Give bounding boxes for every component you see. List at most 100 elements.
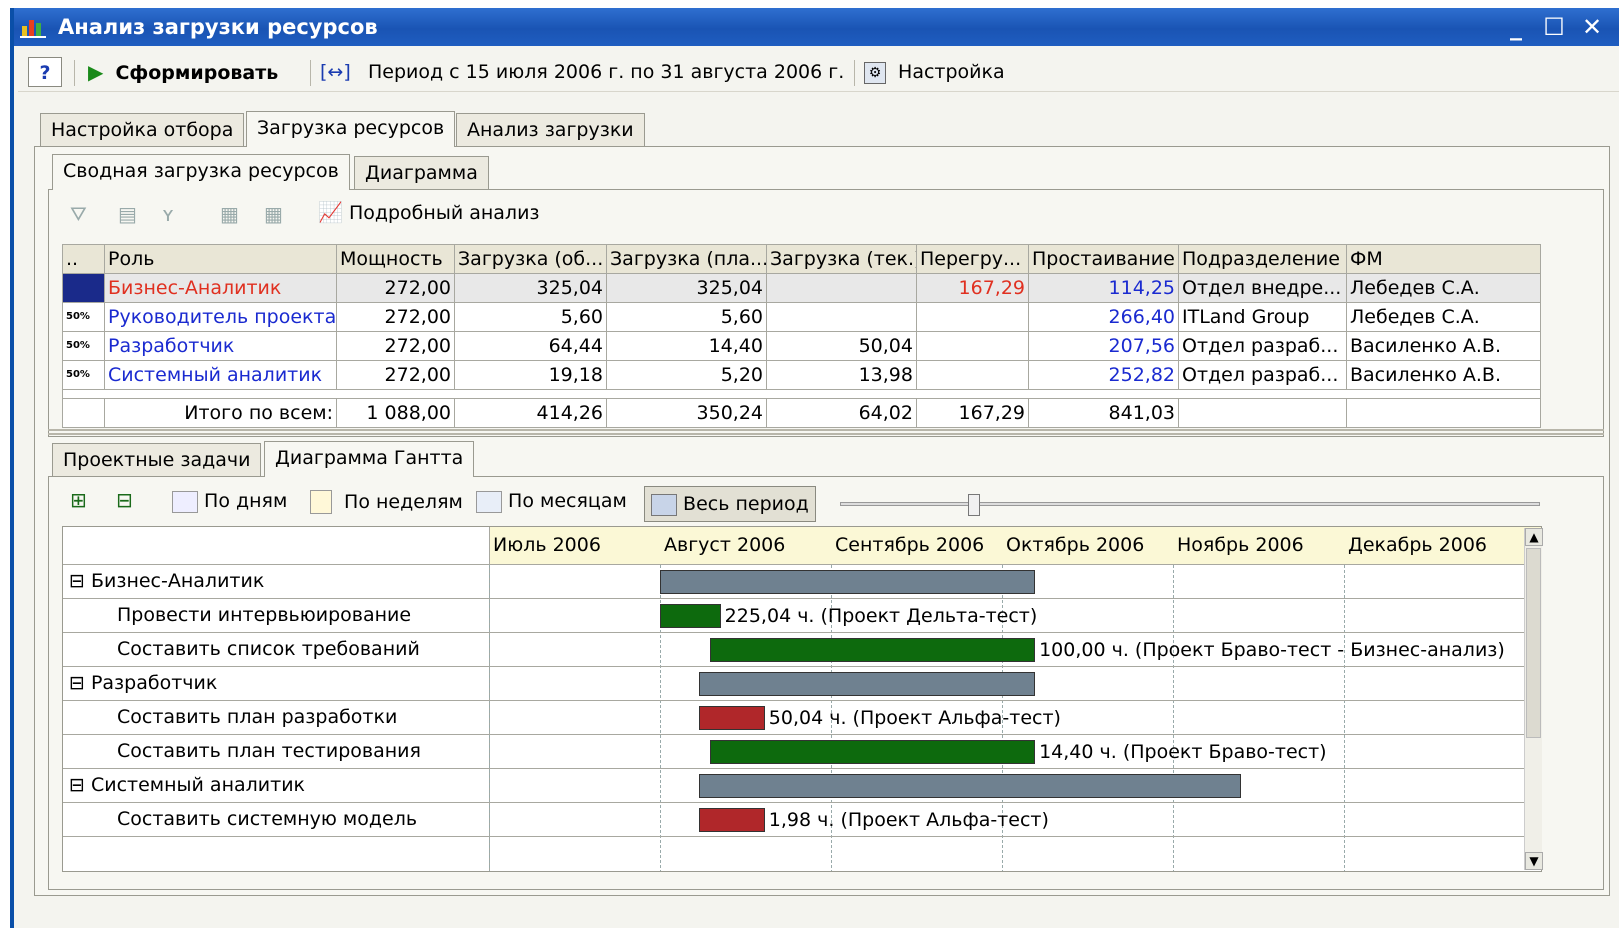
- col-header-role[interactable]: Роль: [104, 244, 337, 274]
- total-load-total: 414,26: [454, 398, 607, 428]
- scroll-up-icon[interactable]: ▲: [1525, 528, 1543, 546]
- period-button[interactable]: Период с 15 июля 2006 г. по 31 августа 2…: [368, 57, 844, 87]
- tab-summary-load[interactable]: Сводная загрузка ресурсов: [52, 154, 350, 190]
- zoom-slider-thumb[interactable]: [968, 494, 980, 516]
- gantt-bar[interactable]: [698, 706, 765, 730]
- tab-gantt-chart[interactable]: Диаграмма Гантта: [264, 441, 475, 477]
- detail-analysis-label: Подробный анализ: [348, 202, 540, 224]
- by-months-label: По месяцам: [508, 490, 627, 512]
- settings-button[interactable]: ⚙ Настройка: [864, 57, 1005, 87]
- load-current-cell: 13,98: [766, 360, 917, 390]
- help-button[interactable]: ?: [28, 57, 62, 87]
- by-days-label: По дням: [204, 490, 288, 512]
- gantt-task-label: Составить план разработки: [117, 706, 398, 728]
- scroll-thumb[interactable]: [1526, 548, 1541, 738]
- table-row[interactable]: 50% Разработчик 272,00 64,44 14,40 50,04…: [62, 331, 1541, 361]
- gantt-month-label: Декабрь 2006: [1348, 534, 1488, 556]
- overload-cell: [916, 302, 1029, 332]
- gantt-bar-caption: 50,04 ч. (Проект Альфа-тест): [768, 707, 1061, 729]
- gantt-bar[interactable]: [709, 740, 1036, 764]
- load-total-cell: 325,04: [454, 273, 607, 303]
- gantt-group-row[interactable]: ⊟ Разработчик: [63, 667, 1541, 701]
- tab-diagram[interactable]: Диаграмма: [354, 156, 489, 190]
- fm-cell: Василенко А.В.: [1346, 360, 1541, 390]
- role-cell: Системный аналитик: [104, 360, 337, 390]
- table-row[interactable]: 50% Руководитель проекта 272,00 5,60 5,6…: [62, 302, 1541, 332]
- tab-resource-load[interactable]: Загрузка ресурсов: [246, 111, 456, 147]
- settings-label: Настройка: [898, 61, 1005, 83]
- load-total-cell: 5,60: [454, 302, 607, 332]
- gantt-bar[interactable]: [698, 672, 1036, 696]
- by-months-button[interactable]: По месяцам: [476, 490, 627, 513]
- by-weeks-button[interactable]: По неделям: [310, 490, 463, 514]
- col-header-power[interactable]: Мощность: [336, 244, 455, 274]
- maximize-button[interactable]: ☐: [1537, 12, 1571, 42]
- by-days-button[interactable]: По дням: [172, 490, 287, 513]
- col-header-marker[interactable]: ..: [62, 244, 105, 274]
- gantt-bar[interactable]: [698, 808, 765, 832]
- sort-asc-icon[interactable]: ▦: [220, 202, 248, 228]
- generate-button[interactable]: ▶ Сформировать: [88, 57, 278, 87]
- load-current-cell: [766, 273, 917, 303]
- gantt-task-row[interactable]: Составить системную модель 1,98 ч. (Проек…: [63, 803, 1541, 837]
- generate-label: Сформировать: [115, 62, 279, 84]
- gantt-task-row[interactable]: Составить план разработки 50,04 ч. (Проек…: [63, 701, 1541, 735]
- gantt-task-row[interactable]: Составить список требований 100,00 ч. (Пр…: [63, 633, 1541, 667]
- gantt-bar[interactable]: [698, 774, 1242, 798]
- total-overload: 167,29: [916, 398, 1029, 428]
- load-badge-icon: 50%: [62, 360, 105, 390]
- clear-filter-icon[interactable]: ʏ: [162, 202, 190, 228]
- copy-icon[interactable]: ▤: [118, 202, 146, 228]
- col-header-fm[interactable]: ФМ: [1346, 244, 1541, 274]
- whole-period-button[interactable]: Весь период: [644, 486, 816, 522]
- total-load-plan: 350,24: [606, 398, 767, 428]
- power-cell: 272,00: [336, 331, 455, 361]
- overload-cell: [916, 331, 1029, 361]
- gantt-bar[interactable]: [660, 604, 721, 628]
- zoom-slider[interactable]: [840, 494, 1540, 516]
- col-header-load-plan[interactable]: Загрузка (пла...: [606, 244, 767, 274]
- gantt-bar[interactable]: [660, 570, 1036, 594]
- close-button[interactable]: ✕: [1575, 12, 1609, 42]
- load-total-cell: 64,44: [454, 331, 607, 361]
- minimize-button[interactable]: _: [1499, 12, 1533, 42]
- whole-period-label: Весь период: [683, 493, 809, 515]
- calendar-full-icon: [651, 493, 677, 516]
- scroll-down-icon[interactable]: ▼: [1525, 852, 1543, 870]
- fm-cell: Лебедев С.А.: [1346, 302, 1541, 332]
- filter-icon[interactable]: ⛛: [70, 202, 98, 228]
- gantt-body: ⊟ Бизнес-Аналитик Провести интервьюирован…: [63, 565, 1541, 871]
- tab-load-analysis[interactable]: Анализ загрузки: [456, 113, 645, 147]
- table-row[interactable]: 50% Системный аналитик 272,00 19,18 5,20…: [62, 360, 1541, 390]
- table-header-row: .. Роль Мощность Загрузка (об... Загрузк…: [62, 244, 1541, 274]
- tab-filter-settings[interactable]: Настройка отбора: [40, 113, 245, 147]
- col-header-department[interactable]: Подразделение: [1178, 244, 1347, 274]
- sort-desc-icon[interactable]: ▦: [264, 202, 292, 228]
- period-icon[interactable]: [↔]: [320, 57, 351, 87]
- col-header-overload[interactable]: Перегру...: [916, 244, 1029, 274]
- load-plan-cell: 5,20: [606, 360, 767, 390]
- gantt-task-row[interactable]: Провести интервьюирование 225,04 ч. (Прое…: [63, 599, 1541, 633]
- tab-project-tasks[interactable]: Проектные задачи: [52, 443, 262, 477]
- col-header-load-current[interactable]: Загрузка (тек.): [766, 244, 917, 274]
- gantt-month-label: Август 2006: [664, 534, 786, 556]
- col-header-idle[interactable]: Простаивание: [1028, 244, 1179, 274]
- load-plan-cell: 325,04: [606, 273, 767, 303]
- panel-splitter[interactable]: [48, 429, 1604, 435]
- gantt-scrollbar[interactable]: ▲ ▼: [1524, 528, 1543, 870]
- table-row[interactable]: Бизнес-Аналитик 272,00 325,04 325,04 167…: [62, 273, 1541, 303]
- total-load-current: 64,02: [766, 398, 917, 428]
- load-plan-cell: 5,60: [606, 302, 767, 332]
- col-header-load-total[interactable]: Загрузка (об...: [454, 244, 607, 274]
- role-cell: Руководитель проекта: [104, 302, 337, 332]
- expand-all-icon[interactable]: ⊞: [70, 488, 87, 512]
- gantt-bar[interactable]: [709, 638, 1036, 662]
- gantt-group-row[interactable]: ⊟ Системный аналитик: [63, 769, 1541, 803]
- gantt-task-row[interactable]: Составить план тестирования 14,40 ч. (Про…: [63, 735, 1541, 769]
- gantt-group-label: ⊟ Системный аналитик: [69, 774, 306, 796]
- detail-analysis-button[interactable]: 📈 Подробный анализ: [318, 200, 540, 224]
- collapse-all-icon[interactable]: ⊟: [116, 488, 133, 512]
- gantt-group-row[interactable]: ⊟ Бизнес-Аналитик: [63, 565, 1541, 599]
- total-idle: 841,03: [1028, 398, 1179, 428]
- load-badge-icon: 50%: [62, 302, 105, 332]
